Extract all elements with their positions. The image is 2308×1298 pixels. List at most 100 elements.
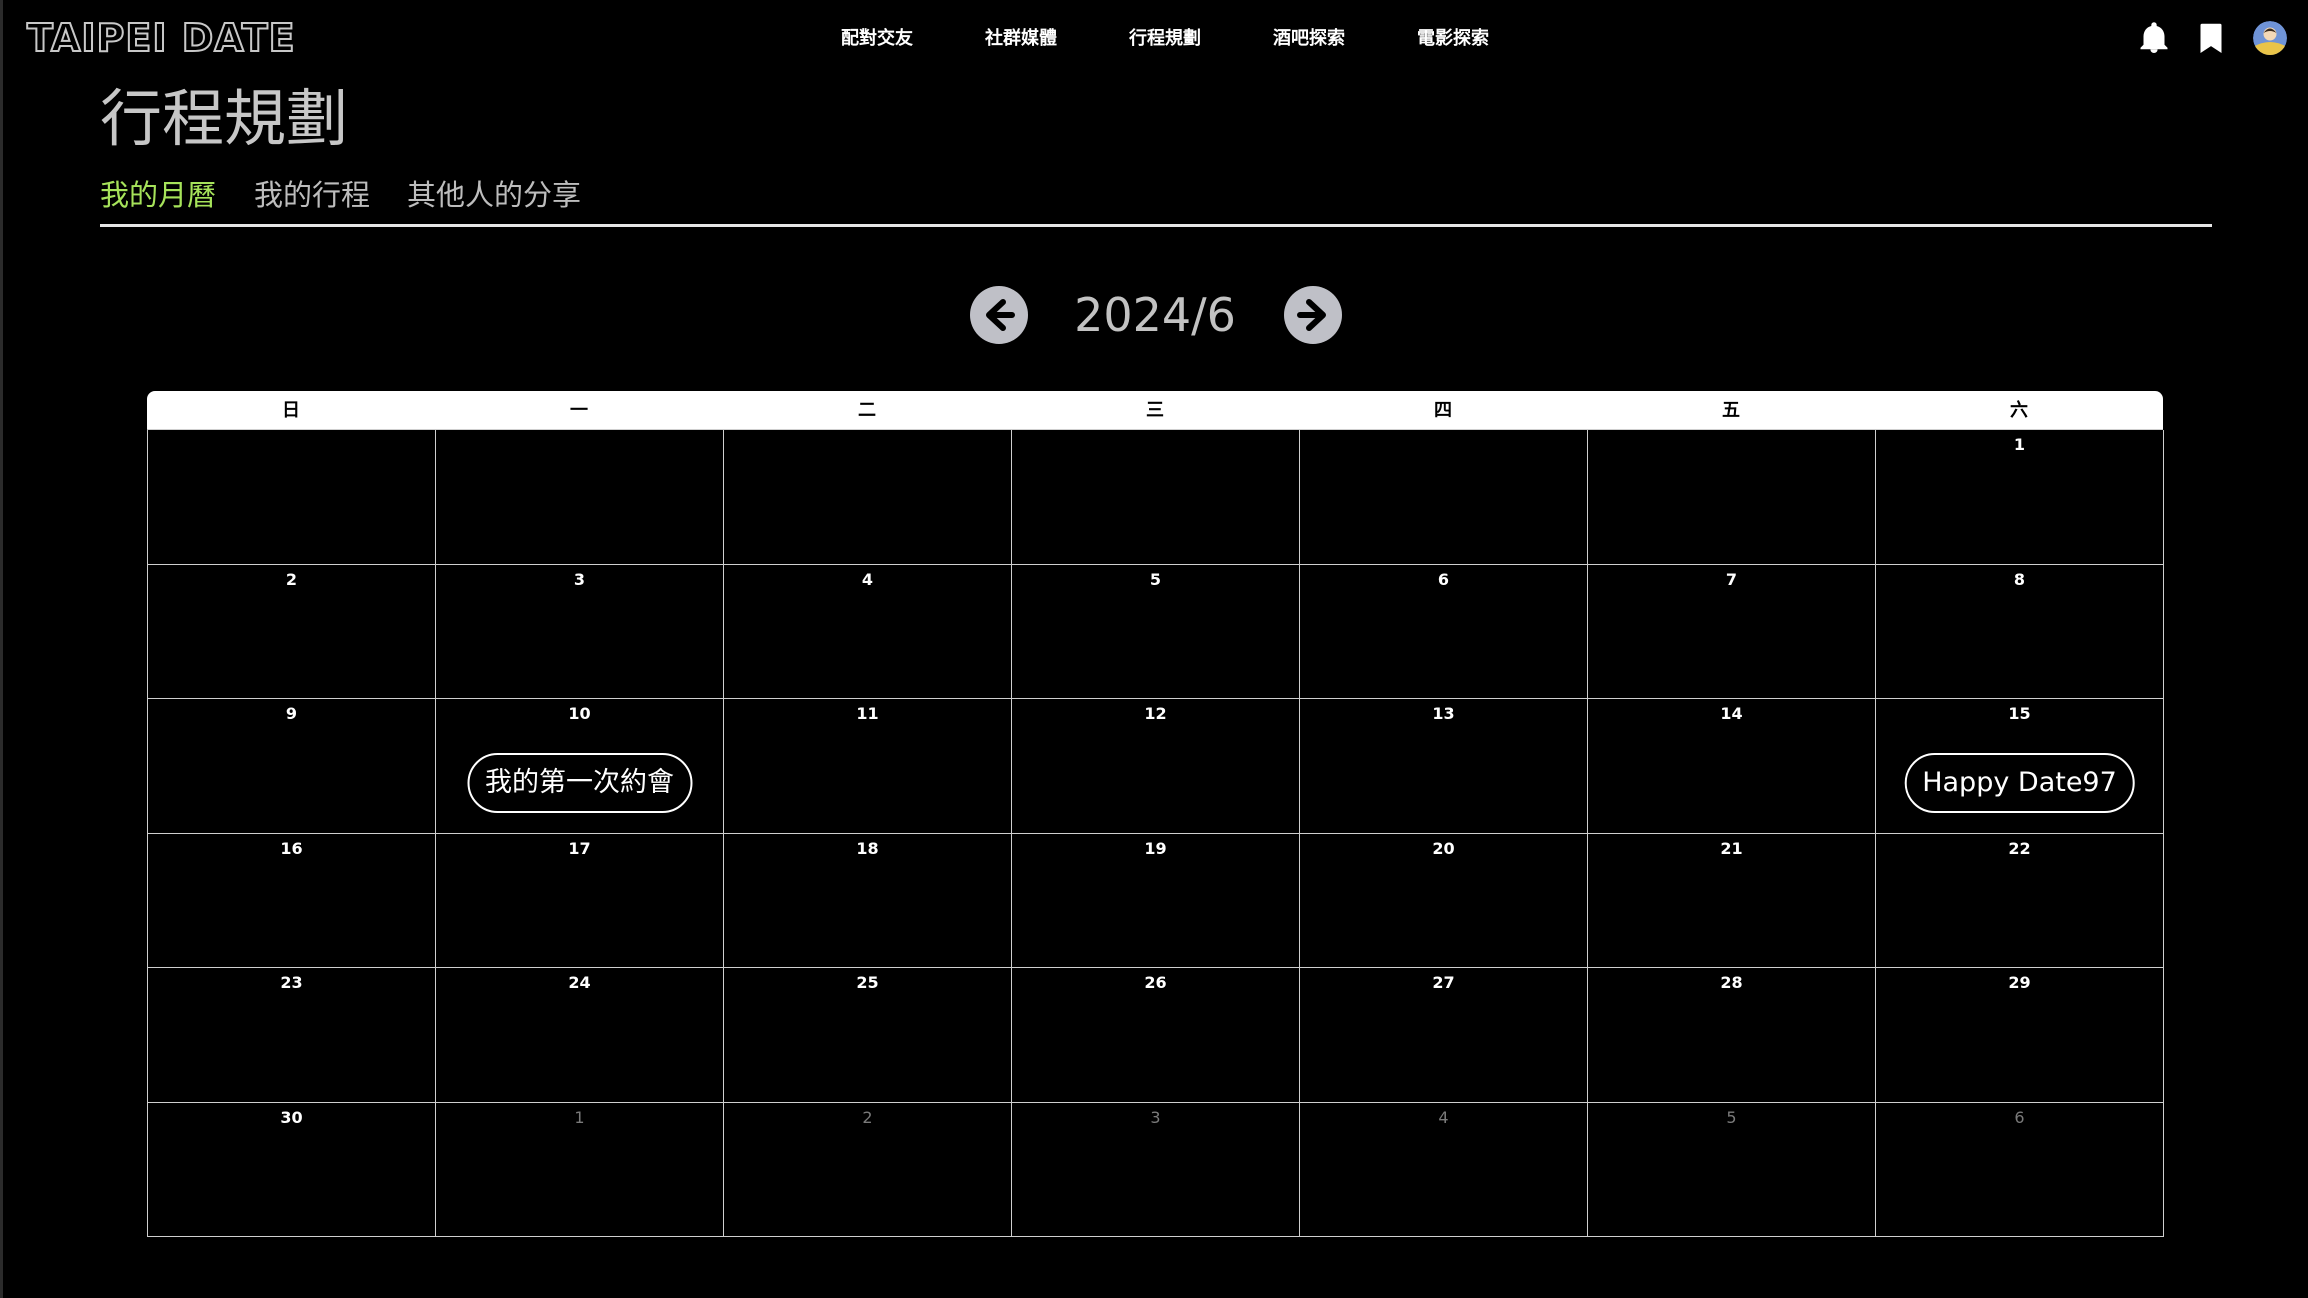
calendar-day-cell[interactable]: 19 bbox=[1012, 833, 1300, 968]
day-number: 4 bbox=[861, 569, 874, 589]
calendar-day-cell[interactable]: 1 bbox=[1876, 430, 2164, 565]
calendar-day-cell[interactable] bbox=[1012, 430, 1300, 565]
month-calendar: 日 一 二 三 四 五 六 1 2 3 4 5 6 7 8 9 10 我的第一次約會 11 12 13 14… bbox=[147, 391, 2164, 1237]
nav-item-itinerary[interactable]: 行程規劃 bbox=[1129, 24, 1201, 50]
month-navigation: 2024/6 bbox=[0, 284, 2308, 344]
calendar-day-cell[interactable]: 6 bbox=[1300, 564, 1588, 699]
calendar-day-cell[interactable]: 22 bbox=[1876, 833, 2164, 968]
calendar-day-cell[interactable]: 3 bbox=[436, 564, 724, 699]
day-number: 26 bbox=[1144, 973, 1167, 992]
calendar-day-cell[interactable]: 4 bbox=[724, 564, 1012, 699]
day-number: 28 bbox=[1720, 973, 1743, 992]
day-number: 2 bbox=[862, 1107, 873, 1127]
day-number: 1 bbox=[2013, 435, 2026, 454]
top-navigation-bar: TAIPEI DATE 配對交友 社群媒體 行程規劃 酒吧探索 電影探索 bbox=[0, 0, 2308, 76]
day-number: 23 bbox=[280, 973, 303, 992]
tab-divider bbox=[100, 224, 2212, 227]
calendar-day-cell[interactable]: 20 bbox=[1300, 833, 1588, 968]
nav-item-movies[interactable]: 電影探索 bbox=[1417, 24, 1489, 50]
window-edge bbox=[0, 0, 3, 1298]
calendar-day-cell[interactable]: 14 bbox=[1588, 699, 1876, 834]
calendar-day-cell[interactable]: 4 bbox=[1300, 1102, 1588, 1237]
calendar-day-cell[interactable]: 26 bbox=[1012, 968, 1300, 1103]
calendar-day-cell[interactable]: 13 bbox=[1300, 699, 1588, 834]
calendar-day-cell[interactable]: 21 bbox=[1588, 833, 1876, 968]
calendar-day-cell[interactable]: 6 bbox=[1876, 1102, 2164, 1237]
calendar-day-cell[interactable] bbox=[148, 430, 436, 565]
calendar-event-pill[interactable]: Happy Date97 bbox=[1904, 753, 2135, 813]
bell-icon[interactable] bbox=[2136, 20, 2172, 56]
day-number: 7 bbox=[1725, 569, 1738, 589]
tab-my-itinerary[interactable]: 我的行程 bbox=[254, 172, 370, 214]
calendar-day-cell[interactable]: 5 bbox=[1588, 1102, 1876, 1237]
calendar-event-pill[interactable]: 我的第一次約會 bbox=[467, 753, 692, 813]
prev-month-button[interactable] bbox=[970, 286, 1028, 344]
calendar-day-cell[interactable]: 12 bbox=[1012, 699, 1300, 834]
bookmark-icon[interactable] bbox=[2193, 20, 2229, 56]
calendar-day-cell[interactable]: 27 bbox=[1300, 968, 1588, 1103]
day-number: 11 bbox=[856, 704, 879, 723]
nav-item-bars[interactable]: 酒吧探索 bbox=[1273, 24, 1345, 50]
day-number: 13 bbox=[1432, 704, 1455, 723]
calendar-day-cell[interactable] bbox=[724, 430, 1012, 565]
day-number: 14 bbox=[1720, 704, 1743, 723]
day-number: 27 bbox=[1432, 973, 1455, 992]
day-number: 10 bbox=[568, 704, 591, 723]
calendar-day-cell[interactable]: 1 bbox=[436, 1102, 724, 1237]
weekday-label: 四 bbox=[1434, 400, 1452, 421]
calendar-day-cell[interactable]: 25 bbox=[724, 968, 1012, 1103]
tab-others-shared[interactable]: 其他人的分享 bbox=[407, 172, 581, 214]
tab-bar: 我的月曆 我的行程 其他人的分享 bbox=[100, 172, 2212, 228]
calendar-day-cell[interactable]: 11 bbox=[724, 699, 1012, 834]
calendar-day-cell[interactable]: 24 bbox=[436, 968, 724, 1103]
day-number: 6 bbox=[1437, 569, 1450, 589]
day-number: 3 bbox=[1150, 1107, 1161, 1127]
calendar-day-cell[interactable] bbox=[436, 430, 724, 565]
calendar-day-cell[interactable] bbox=[1300, 430, 1588, 565]
day-number: 19 bbox=[1144, 838, 1167, 858]
calendar-day-cell[interactable]: 15 Happy Date97 bbox=[1876, 699, 2164, 834]
calendar-day-cell[interactable]: 28 bbox=[1588, 968, 1876, 1103]
day-number: 4 bbox=[1438, 1107, 1449, 1127]
current-month-label: 2024/6 bbox=[1074, 288, 1236, 342]
day-number: 5 bbox=[1726, 1107, 1737, 1127]
next-month-button[interactable] bbox=[1284, 286, 1342, 344]
tab-my-calendar[interactable]: 我的月曆 bbox=[100, 172, 216, 214]
calendar-day-cell[interactable]: 16 bbox=[148, 833, 436, 968]
day-number: 1 bbox=[574, 1107, 585, 1127]
day-number: 15 bbox=[2008, 704, 2031, 723]
calendar-day-cell[interactable]: 30 bbox=[148, 1102, 436, 1237]
main-nav: 配對交友 社群媒體 行程規劃 酒吧探索 電影探索 bbox=[0, 24, 2308, 54]
page-title: 行程規劃 bbox=[100, 82, 349, 155]
day-number: 25 bbox=[856, 973, 879, 992]
day-number: 24 bbox=[568, 973, 591, 992]
day-number: 30 bbox=[280, 1107, 303, 1127]
weekday-label: 三 bbox=[1146, 400, 1164, 421]
day-number: 18 bbox=[856, 838, 879, 858]
calendar-day-cell[interactable]: 18 bbox=[724, 833, 1012, 968]
calendar-day-cell[interactable]: 3 bbox=[1012, 1102, 1300, 1237]
calendar-day-cell[interactable] bbox=[1588, 430, 1876, 565]
nav-item-social[interactable]: 社群媒體 bbox=[985, 24, 1057, 50]
calendar-day-cell[interactable]: 10 我的第一次約會 bbox=[436, 699, 724, 834]
calendar-day-cell[interactable]: 8 bbox=[1876, 564, 2164, 699]
calendar-day-cell[interactable]: 23 bbox=[148, 968, 436, 1103]
calendar-day-cell[interactable]: 2 bbox=[148, 564, 436, 699]
calendar-grid: 1 2 3 4 5 6 7 8 9 10 我的第一次約會 11 12 13 14 15 Happy Date97… bbox=[147, 429, 2164, 1237]
nav-item-matching[interactable]: 配對交友 bbox=[841, 24, 913, 50]
day-number: 3 bbox=[573, 569, 586, 589]
calendar-day-cell[interactable]: 17 bbox=[436, 833, 724, 968]
day-number: 6 bbox=[2014, 1107, 2025, 1127]
calendar-day-cell[interactable]: 9 bbox=[148, 699, 436, 834]
calendar-day-cell[interactable]: 7 bbox=[1588, 564, 1876, 699]
user-avatar[interactable] bbox=[2253, 21, 2287, 55]
day-number: 9 bbox=[285, 704, 298, 723]
calendar-day-cell[interactable]: 29 bbox=[1876, 968, 2164, 1103]
calendar-day-cell[interactable]: 5 bbox=[1012, 564, 1300, 699]
weekday-header: 日 一 二 三 四 五 六 bbox=[147, 391, 2163, 429]
day-number: 8 bbox=[2013, 569, 2026, 589]
weekday-label: 六 bbox=[2010, 400, 2028, 421]
weekday-label: 一 bbox=[570, 400, 588, 421]
calendar-day-cell[interactable]: 2 bbox=[724, 1102, 1012, 1237]
day-number: 17 bbox=[568, 838, 591, 858]
